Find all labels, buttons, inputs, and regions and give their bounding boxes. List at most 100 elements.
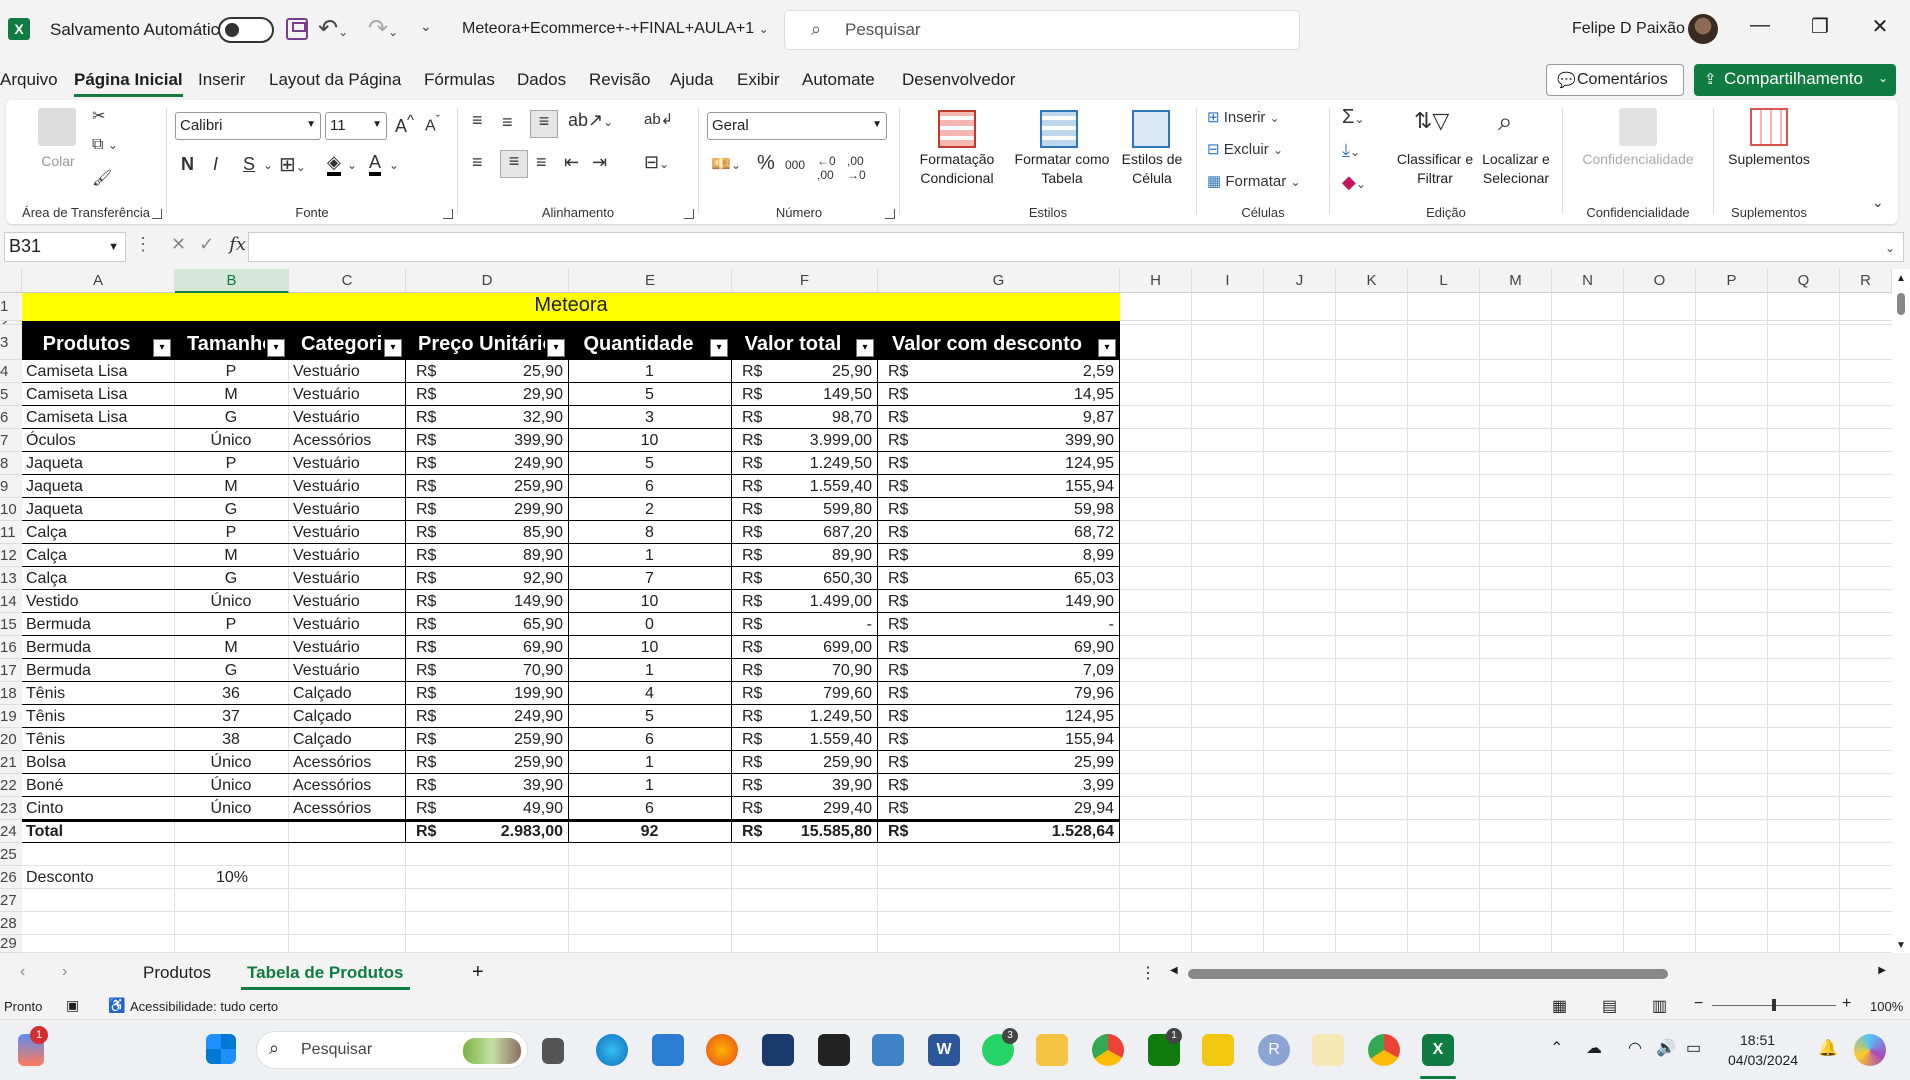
clock-time[interactable]: 18:51 (1740, 1032, 1775, 1048)
row-header-23[interactable]: 23 (0, 797, 22, 820)
cut-icon[interactable]: ✂ (92, 106, 105, 126)
sheet-tab-tabela-de-produtos[interactable]: Tabela de Produtos (241, 963, 409, 990)
normal-view-icon[interactable]: ▦ (1552, 996, 1567, 1016)
table-cell[interactable]: Camiseta Lisa (26, 408, 169, 427)
table-cell[interactable]: Vestuário (293, 615, 400, 634)
row-header-8[interactable]: 8 (0, 452, 22, 475)
table-cell[interactable]: 68,72 (882, 523, 1114, 542)
sort-filter-label[interactable]: Classificar e Filtrar (1390, 150, 1480, 188)
table-cell[interactable]: M (179, 385, 283, 404)
tab-inserir[interactable]: Inserir (198, 70, 245, 90)
table-cell[interactable]: 6 (573, 799, 726, 818)
filter-dropdown-icon[interactable]: ▾ (153, 339, 171, 357)
table-cell[interactable]: 155,94 (882, 477, 1114, 496)
file-explorer-icon[interactable] (1036, 1034, 1068, 1066)
column-header-e[interactable]: E (569, 269, 732, 293)
table-cell[interactable]: 1 (573, 362, 726, 381)
autosave-toggle[interactable] (218, 17, 274, 43)
discount-label[interactable]: Desconto (26, 868, 94, 887)
enter-icon[interactable]: ✓ (199, 234, 214, 254)
column-header-a[interactable]: A (22, 269, 175, 293)
add-sheet-button[interactable]: + (472, 961, 484, 984)
word-icon[interactable]: W (928, 1034, 960, 1066)
row-header-9[interactable]: 9 (0, 475, 22, 498)
app-icon[interactable] (762, 1034, 794, 1066)
font-color-icon[interactable]: A (369, 152, 382, 176)
table-cell[interactable]: 2 (573, 500, 726, 519)
next-sheet-icon[interactable]: › (62, 963, 67, 981)
table-cell[interactable]: Calça (26, 546, 169, 565)
column-header-h[interactable]: H (1120, 269, 1192, 293)
row-header-24[interactable]: 24 (0, 820, 22, 843)
table-cell[interactable]: 5 (573, 707, 726, 726)
cell-styles-label[interactable]: Estilos de Célula (1112, 150, 1192, 188)
table-cell[interactable]: Vestido (26, 592, 169, 611)
insert-function-icon[interactable]: fx (229, 234, 246, 255)
increase-decimal-icon[interactable]: ←0,00 (817, 154, 836, 182)
table-cell[interactable]: 155,94 (882, 730, 1114, 749)
avatar[interactable] (1688, 14, 1718, 44)
table-cell[interactable]: 2,59 (882, 362, 1114, 381)
column-header-c[interactable]: C (289, 269, 406, 293)
table-cell[interactable]: G (179, 661, 283, 680)
tools-icon[interactable] (1312, 1034, 1344, 1066)
format-as-table-icon[interactable] (1040, 110, 1078, 148)
page-break-view-icon[interactable]: ▥ (1652, 996, 1667, 1016)
start-icon[interactable] (206, 1034, 236, 1064)
tray-chevron-icon[interactable]: ⌃ (1550, 1038, 1563, 1058)
remote-desktop-icon[interactable] (872, 1034, 904, 1066)
power-bi-icon[interactable] (1202, 1034, 1234, 1066)
horizontal-scroll-thumb[interactable] (1188, 969, 1668, 979)
battery-icon[interactable]: ▭ (1686, 1038, 1701, 1058)
tab-desenvolvedor[interactable]: Desenvolvedor (902, 70, 1015, 90)
table-cell[interactable]: 1 (573, 546, 726, 565)
table-cell[interactable]: 7,09 (882, 661, 1114, 680)
store-icon[interactable] (652, 1034, 684, 1066)
row-header-12[interactable]: 12 (0, 544, 22, 567)
accounting-icon[interactable]: 💴⌄ (711, 154, 741, 174)
column-header-o[interactable]: O (1624, 269, 1696, 293)
sort-filter-icon[interactable]: ⇅▽ (1414, 108, 1449, 134)
onedrive-icon[interactable]: ☁ (1586, 1038, 1602, 1058)
table-cell[interactable]: Óculos (26, 431, 169, 450)
save-icon[interactable] (286, 18, 308, 40)
filter-dropdown-icon[interactable]: ▾ (856, 339, 874, 357)
find-select-label[interactable]: Localizar e Selecionar (1470, 150, 1562, 188)
row-header-28[interactable]: 28 (0, 912, 22, 935)
minimize-icon[interactable]: — (1740, 14, 1780, 37)
sticky-notes-icon[interactable] (818, 1034, 850, 1066)
table-cell[interactable]: 124,95 (882, 454, 1114, 473)
clipboard-launcher-icon[interactable] (152, 209, 162, 219)
table-cell[interactable]: Jaqueta (26, 500, 169, 519)
edge-icon[interactable] (596, 1034, 628, 1066)
align-top-icon[interactable]: ≡ (472, 110, 483, 131)
excel-taskbar-icon[interactable]: X (1422, 1034, 1454, 1066)
wifi-icon[interactable]: ◠ (1628, 1038, 1642, 1058)
table-cell[interactable]: Bermuda (26, 661, 169, 680)
table-cell[interactable]: Boné (26, 776, 169, 795)
tab-ajuda[interactable]: Ajuda (670, 70, 713, 90)
total-cell[interactable]: 92 (573, 822, 726, 841)
row-header-18[interactable]: 18 (0, 682, 22, 705)
wrap-text-icon[interactable]: ab↲ (644, 110, 673, 128)
table-cell[interactable]: 124,95 (882, 707, 1114, 726)
table-cell[interactable]: G (179, 408, 283, 427)
copy-icon[interactable]: ⧉ ⌄ (92, 136, 118, 154)
table-cell[interactable]: Único (179, 753, 283, 772)
row-header-19[interactable]: 19 (0, 705, 22, 728)
table-header-3[interactable]: Categoria (289, 333, 382, 356)
row-header-11[interactable]: 11 (0, 521, 22, 544)
table-header-4[interactable]: Preço Unitário (406, 333, 545, 356)
row-header-3[interactable]: 3 (0, 325, 22, 360)
redo-icon[interactable]: ↷⌄ (368, 14, 398, 43)
table-cell[interactable]: 36 (179, 684, 283, 703)
clear-icon[interactable]: ◆⌄ (1342, 172, 1366, 193)
table-cell[interactable]: Bolsa (26, 753, 169, 772)
table-cell[interactable]: 79,96 (882, 684, 1114, 703)
table-cell[interactable]: Acessórios (293, 799, 400, 818)
macro-record-icon[interactable]: ▣ (66, 997, 79, 1014)
column-header-r[interactable]: R (1840, 269, 1892, 293)
row-header-14[interactable]: 14 (0, 590, 22, 613)
tab-dados[interactable]: Dados (517, 70, 566, 90)
table-cell[interactable]: - (882, 615, 1114, 634)
